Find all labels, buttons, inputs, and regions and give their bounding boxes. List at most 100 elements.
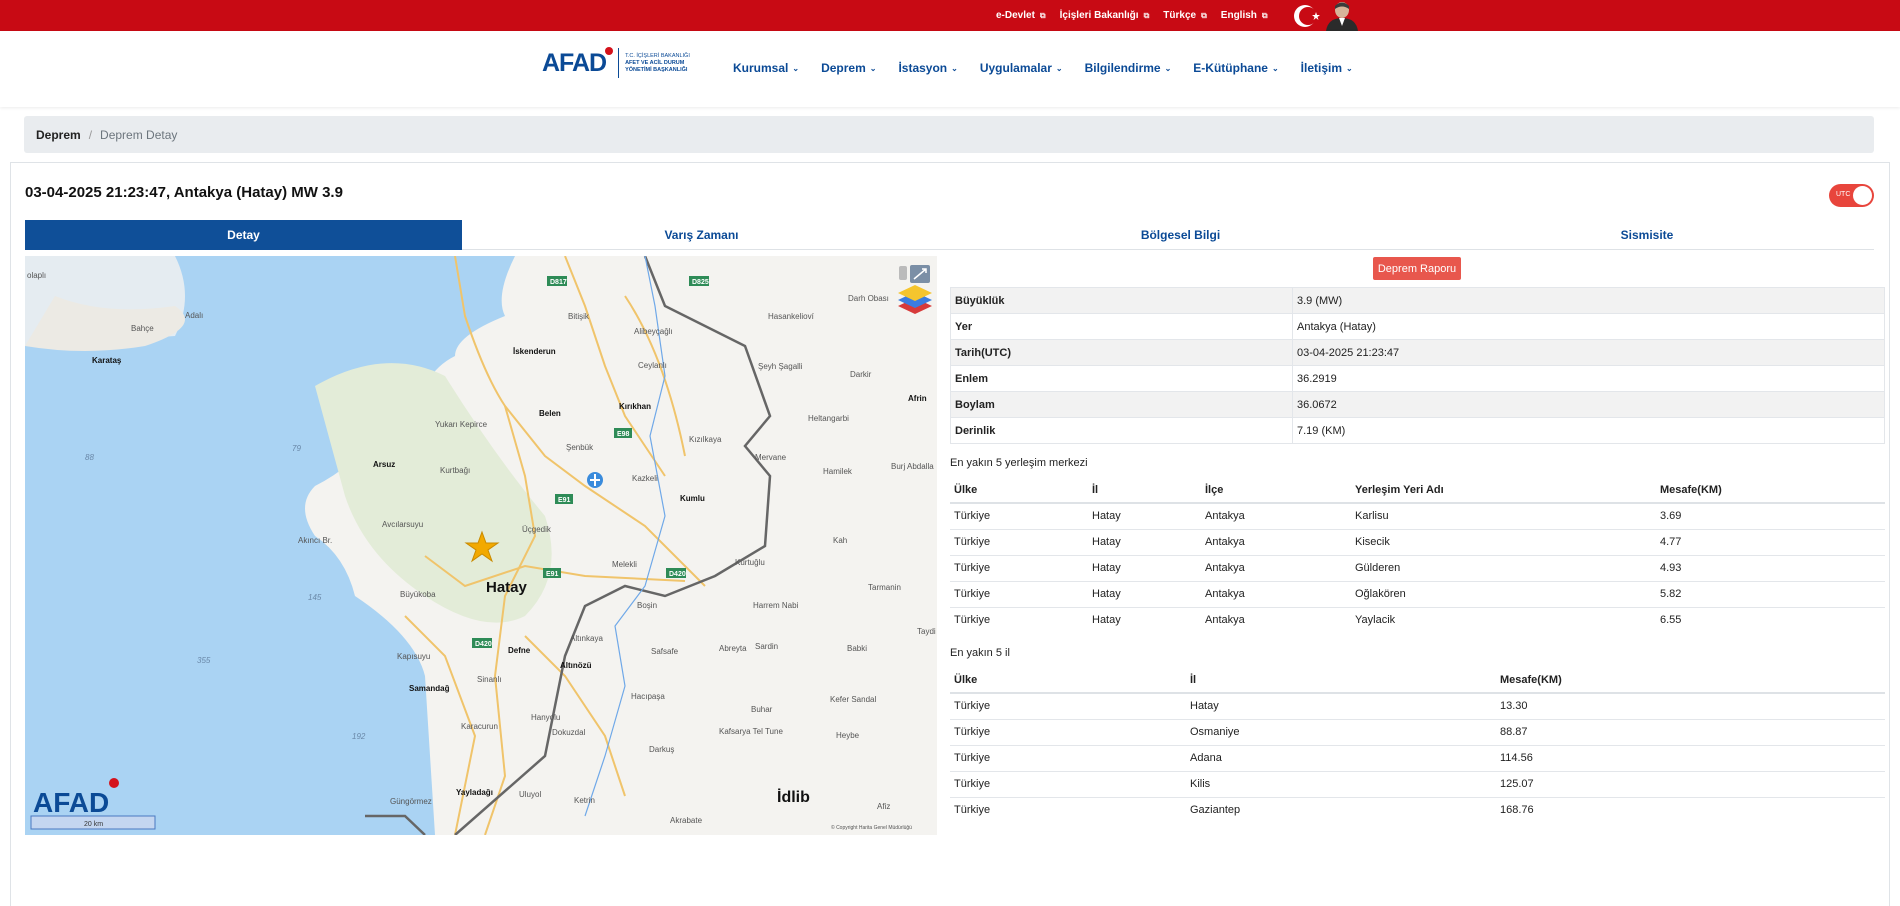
chevron-down-icon: ⌄ — [1271, 63, 1279, 73]
svg-text:Hacıpaşa: Hacıpaşa — [631, 692, 665, 701]
svg-text:Tarmanin: Tarmanin — [868, 583, 901, 592]
svg-text:Kazkeli: Kazkeli — [632, 474, 658, 483]
detail-table: Büyüklük 3.9 (MW) Yer Antakya (Hatay) Tari… — [950, 287, 1885, 444]
ataturk-portrait — [1326, 2, 1358, 31]
page-title: 03-04-2025 21:23:47, Antakya (Hatay) MW … — [25, 184, 343, 201]
edevlet-link[interactable]: e-Devlet ⧉ — [996, 10, 1046, 21]
top-bar — [0, 0, 1900, 31]
english-link[interactable]: English ⧉ — [1221, 10, 1268, 21]
svg-text:Avcılarsuyu: Avcılarsuyu — [382, 520, 423, 529]
svg-text:Hanyolu: Hanyolu — [531, 713, 560, 722]
svg-text:D420: D420 — [475, 641, 492, 648]
turkce-link[interactable]: Türkçe ⧉ — [1163, 10, 1207, 21]
settlements-title: En yakın 5 yerleşim merkezi — [950, 457, 1088, 469]
layers-icon[interactable] — [898, 285, 932, 314]
table-row: Türkiye Osmaniye 88.87 — [950, 718, 1885, 745]
turkish-flag-icon — [1294, 5, 1320, 27]
svg-text:Ceylanlı: Ceylanlı — [638, 361, 667, 370]
svg-text:Adalı: Adalı — [185, 311, 203, 320]
svg-text:olaplı: olaplı — [27, 271, 46, 280]
svg-text:Alibeyçağlı: Alibeyçağlı — [634, 327, 673, 336]
breadcrumb-home[interactable]: Deprem — [36, 128, 81, 142]
chevron-down-icon: ⌄ — [951, 63, 958, 73]
svg-text:88: 88 — [85, 453, 94, 462]
nav-kurumsal[interactable]: Kurumsal ⌄ — [733, 61, 799, 75]
table-row: Türkiye Adana 114.56 — [950, 744, 1885, 771]
svg-text:Harrem Nabi: Harrem Nabi — [753, 601, 799, 610]
svg-text:145: 145 — [308, 593, 322, 602]
svg-text:D817: D817 — [550, 279, 567, 286]
settlements-table: Ülke İl İlçe Yerleşim Yeri Adı Mesafe(KM… — [950, 477, 1885, 633]
airport-icon — [587, 472, 603, 488]
svg-text:Akıncı Br.: Akıncı Br. — [298, 536, 332, 545]
table-row: Türkiye Hatay Antakya Yaylacik 6.55 — [950, 606, 1885, 633]
svg-text:Bitişik: Bitişik — [568, 312, 590, 321]
svg-text:Hasankelioví: Hasankelioví — [768, 312, 815, 321]
svg-text:Akrabate: Akrabate — [670, 816, 703, 825]
svg-text:Uluyol: Uluyol — [519, 790, 541, 799]
utc-toggle[interactable]: UTC — [1829, 184, 1874, 207]
svg-text:Kafsarya Tel Tune: Kafsarya Tel Tune — [719, 727, 783, 736]
svg-text:D420: D420 — [669, 571, 686, 578]
svg-text:İskenderun: İskenderun — [513, 347, 556, 356]
svg-text:Dokuzdal: Dokuzdal — [552, 728, 586, 737]
svg-text:Büyükoba: Büyükoba — [400, 590, 436, 599]
deprem-raporu-button[interactable]: Deprem Raporu — [1373, 257, 1461, 280]
tab-bolgesel-bilgi[interactable]: Bölgesel Bilgi — [941, 220, 1420, 250]
svg-text:Bahçe: Bahçe — [131, 324, 154, 333]
svg-text:79: 79 — [292, 444, 301, 453]
table-row: Türkiye Hatay 13.30 — [950, 692, 1885, 719]
svg-text:Darkuş: Darkuş — [649, 745, 674, 754]
provinces-title: En yakın 5 il — [950, 647, 1010, 659]
svg-text:Kızılkaya: Kızılkaya — [689, 435, 722, 444]
fullscreen-icon[interactable] — [910, 265, 930, 283]
table-row: Türkiye Hatay Antakya Oğlakören 5.82 — [950, 580, 1885, 607]
earthquake-map[interactable]: olaplı Bahçe Adalı Karataş İskenderun Biti… — [25, 256, 937, 835]
svg-text:Abreyta: Abreyta — [719, 644, 747, 653]
logo-subtitle: T.C. İÇİŞLERİ BAKANLIĞI AFET VE ACİL DUR… — [625, 52, 690, 73]
table-row: Türkiye Hatay Antakya Kisecik 4.77 — [950, 528, 1885, 555]
table-row: Enlem 36.2919 — [950, 365, 1885, 392]
svg-text:Mervane: Mervane — [755, 453, 787, 462]
table-row: Türkiye Gaziantep 168.76 — [950, 796, 1885, 823]
table-row: Türkiye Hatay Antakya Gülderen 4.93 — [950, 554, 1885, 581]
nav-iletisim[interactable]: İletişim ⌄ — [1301, 61, 1353, 75]
tab-sismisite[interactable]: Sismisite — [1420, 220, 1874, 250]
external-link-icon: ⧉ — [1143, 10, 1150, 20]
svg-text:Babki: Babki — [847, 644, 867, 653]
svg-text:Sinanlı: Sinanlı — [477, 675, 501, 684]
svg-text:Kefer Sandal: Kefer Sandal — [830, 695, 876, 704]
table-row: Tarih(UTC) 03-04-2025 21:23:47 — [950, 339, 1885, 366]
svg-text:E98: E98 — [617, 431, 630, 438]
nav-istasyon[interactable]: İstasyon ⌄ — [898, 61, 957, 75]
table-row: Yer Antakya (Hatay) — [950, 313, 1885, 340]
svg-text:20 km: 20 km — [84, 821, 103, 828]
tab-varis-zamani[interactable]: Varış Zamanı — [462, 220, 941, 250]
chevron-down-icon: ⌄ — [792, 63, 800, 73]
svg-text:192: 192 — [352, 732, 366, 741]
svg-text:Altınözü: Altınözü — [560, 661, 592, 670]
external-link-icon: ⧉ — [1261, 10, 1268, 20]
afad-logo[interactable]: AFAD T.C. İÇİŞLERİ BAKANLIĞI AFET VE ACİ… — [542, 46, 695, 78]
top-links: e-Devlet ⧉ İçişleri Bakanlığı ⧉ Türkçe ⧉ En… — [996, 0, 1268, 31]
svg-text:Heltangarbi: Heltangarbi — [808, 414, 849, 423]
icisleri-link[interactable]: İçişleri Bakanlığı ⧉ — [1060, 10, 1150, 21]
nav-deprem[interactable]: Deprem ⌄ — [821, 61, 876, 75]
breadcrumb: Deprem / Deprem Detay — [24, 116, 1874, 153]
table-row: Boylam 36.0672 — [950, 391, 1885, 418]
external-link-icon: ⧉ — [1201, 10, 1207, 20]
svg-text:Boşin: Boşin — [637, 601, 657, 610]
svg-text:Afiz: Afiz — [877, 802, 890, 811]
chevron-down-icon: ⌄ — [869, 63, 877, 73]
nav-e-kutuphane[interactable]: E-Kütüphane ⌄ — [1193, 61, 1278, 75]
svg-text:© Copyright Harita Genel Müdür: © Copyright Harita Genel Müdürlüğü — [831, 824, 912, 831]
nav-uygulamalar[interactable]: Uygulamalar ⌄ — [980, 61, 1063, 75]
tab-detay[interactable]: Detay — [25, 220, 462, 250]
svg-text:Şenbük: Şenbük — [566, 443, 594, 452]
svg-text:Ketrin: Ketrin — [574, 796, 595, 805]
nav-bilgilendirme[interactable]: Bilgilendirme ⌄ — [1085, 61, 1172, 75]
svg-text:355: 355 — [197, 656, 211, 665]
svg-text:Üçgedik: Üçgedik — [522, 525, 552, 534]
tabs: Detay Varış Zamanı Bölgesel Bilgi Sismis… — [25, 220, 1874, 250]
svg-text:Defne: Defne — [508, 646, 531, 655]
